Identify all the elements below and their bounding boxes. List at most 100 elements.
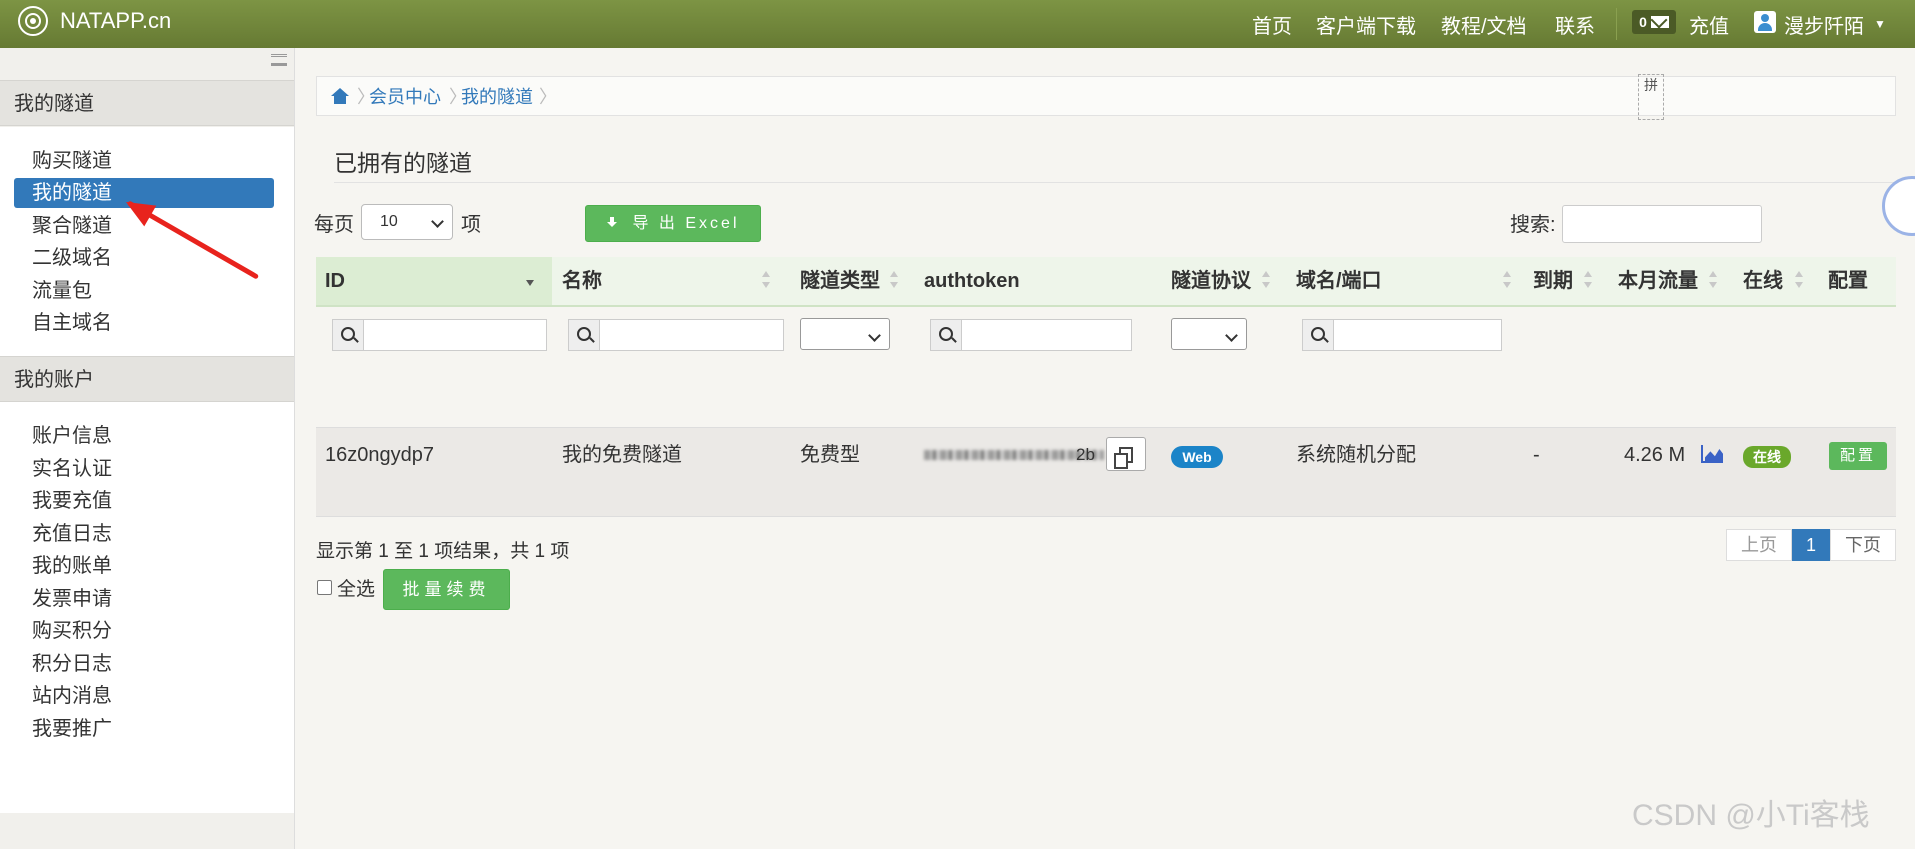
sidebar-item-recharge-log[interactable]: 充值日志 <box>14 519 274 549</box>
column-header-id[interactable]: ID <box>325 257 345 305</box>
nav-docs-link[interactable]: 教程/文档 <box>1441 10 1527 39</box>
config-button[interactable]: 配置 <box>1829 442 1887 470</box>
column-header-authtoken: authtoken <box>924 270 1020 292</box>
sort-desc-icon[interactable] <box>526 271 534 291</box>
title-divider <box>334 182 1894 183</box>
sidebar-item-verification[interactable]: 实名认证 <box>14 454 274 484</box>
online-status-badge: 在线 <box>1743 446 1791 468</box>
sidebar-item-buy-points[interactable]: 购买积分 <box>14 616 274 646</box>
ime-pinyin-icon[interactable]: 拼 <box>1638 74 1664 120</box>
chevron-down-icon <box>1225 329 1238 342</box>
batch-renew-button[interactable]: 批量续费 <box>383 569 510 610</box>
pager-current[interactable]: 1 <box>1792 529 1830 561</box>
filter-name-input[interactable] <box>568 319 784 351</box>
search-icon <box>341 327 355 341</box>
search-input[interactable] <box>1562 205 1762 243</box>
sidebar-item-custom-domain[interactable]: 自主域名 <box>14 308 274 338</box>
filter-type-select[interactable] <box>800 318 890 350</box>
copy-authtoken-button[interactable] <box>1106 437 1146 471</box>
sidebar-item-invoice[interactable]: 发票申请 <box>14 584 274 614</box>
breadcrumb-separator: 〉 <box>539 87 557 107</box>
pager-next[interactable]: 下页 <box>1830 529 1896 561</box>
export-excel-button[interactable]: 导 出 Excel <box>585 205 761 242</box>
nav-contact[interactable]: 联系 <box>1555 0 1595 48</box>
sidebar-section-account: 我的账户 <box>0 356 294 402</box>
result-summary: 显示第 1 至 1 项结果，共 1 项 <box>316 541 570 562</box>
sort-icon[interactable] <box>1262 271 1270 291</box>
column-header-type[interactable]: 隧道类型 <box>800 257 880 305</box>
nav-divider <box>1616 8 1617 40</box>
cell-id: 16z0ngydp7 <box>325 444 434 466</box>
sidebar-collapse-icon[interactable] <box>271 54 287 66</box>
nav-download[interactable]: 客户端下载 <box>1316 0 1416 48</box>
sidebar-item-referral[interactable]: 我要推广 <box>14 714 274 744</box>
per-page-label: 每页 <box>314 214 354 236</box>
sidebar-item-subdomain[interactable]: 二级域名 <box>14 243 274 273</box>
nav-recharge-link[interactable]: 充值 <box>1689 10 1729 39</box>
sort-icon[interactable] <box>1795 271 1803 291</box>
nav-contact-link[interactable]: 联系 <box>1555 10 1595 39</box>
table-filter-row <box>316 307 1896 427</box>
sidebar-item-buy-tunnel[interactable]: 购买隧道 <box>14 146 274 176</box>
export-excel-label: 导 出 Excel <box>632 215 740 232</box>
sort-icon[interactable] <box>1584 271 1592 291</box>
breadcrumb-my-tunnels[interactable]: 我的隧道 <box>461 77 533 117</box>
search-icon <box>577 327 591 341</box>
filter-id-input[interactable] <box>332 319 547 351</box>
cell-authtoken-tail: 2b <box>1076 445 1095 464</box>
nav-home-link[interactable]: 首页 <box>1252 10 1292 39</box>
pager-prev[interactable]: 上页 <box>1726 529 1792 561</box>
filter-domain-input[interactable] <box>1302 319 1502 351</box>
username[interactable]: 漫步阡陌 <box>1784 10 1864 39</box>
column-header-name[interactable]: 名称 <box>562 257 602 305</box>
watermark-text: CSDN @小Ti客栈 <box>1632 799 1870 832</box>
sidebar-item-bills[interactable]: 我的账单 <box>14 551 274 581</box>
table-header: ID 名称 隧道类型 authtoken 隧道协议 域名/端口 到期 本月流量 … <box>316 257 1896 307</box>
filter-protocol-select[interactable] <box>1171 318 1247 350</box>
sidebar-item-traffic-pack[interactable]: 流量包 <box>14 276 274 306</box>
nav-home[interactable]: 首页 <box>1252 0 1292 48</box>
sidebar-panel-account: 账户信息 实名认证 我要充值 充值日志 我的账单 发票申请 购买积分 积分日志 … <box>0 403 294 813</box>
nav-download-link[interactable]: 客户端下载 <box>1316 10 1416 39</box>
column-header-online[interactable]: 在线 <box>1743 257 1783 305</box>
chevron-down-icon <box>868 329 881 342</box>
top-navbar: NATAPP.cn 首页 客户端下载 教程/文档 联系 0 充值 漫步阡陌 ▼ <box>0 0 1915 48</box>
search-icon <box>1311 327 1325 341</box>
cell-domain: 系统随机分配 <box>1296 444 1416 466</box>
column-header-traffic[interactable]: 本月流量 <box>1618 257 1698 305</box>
column-header-expire[interactable]: 到期 <box>1533 257 1573 305</box>
sort-icon[interactable] <box>890 271 898 291</box>
user-avatar-icon[interactable] <box>1754 11 1776 33</box>
logo-icon <box>18 6 48 36</box>
sort-icon[interactable] <box>1709 271 1717 291</box>
sort-icon[interactable] <box>762 271 770 291</box>
brand-logo[interactable]: NATAPP.cn <box>18 6 171 36</box>
filter-authtoken-input[interactable] <box>930 319 1132 351</box>
nav-recharge[interactable]: 充值 <box>1689 0 1729 48</box>
messages-button[interactable]: 0 <box>1632 10 1676 34</box>
sidebar-item-messages[interactable]: 站内消息 <box>14 681 274 711</box>
home-icon[interactable] <box>331 88 349 104</box>
select-all-checkbox[interactable] <box>317 580 332 595</box>
floating-assistant-icon[interactable] <box>1882 176 1915 236</box>
cell-expire: - <box>1533 444 1540 466</box>
select-all-label[interactable]: 全选 <box>337 574 375 601</box>
id-header-bg <box>316 257 552 305</box>
per-page-control: 每页 <box>314 208 354 237</box>
sidebar-item-account-info[interactable]: 账户信息 <box>14 421 274 451</box>
protocol-badge: Web <box>1171 446 1223 468</box>
sidebar-item-recharge[interactable]: 我要充值 <box>14 486 274 516</box>
breadcrumb-member-center[interactable]: 会员中心 <box>369 77 441 117</box>
per-page-select[interactable]: 10 <box>361 204 453 240</box>
column-header-protocol[interactable]: 隧道协议 <box>1171 257 1251 305</box>
download-icon <box>606 217 618 229</box>
cell-traffic: 4.26 M <box>1624 444 1686 466</box>
per-page-suffix: 项 <box>461 214 481 236</box>
traffic-chart-icon[interactable] <box>1701 445 1723 463</box>
sort-icon[interactable] <box>1503 271 1511 291</box>
user-menu[interactable]: 漫步阡陌 ▼ <box>1784 0 1886 48</box>
nav-docs[interactable]: 教程/文档 <box>1441 0 1527 48</box>
copy-icon <box>1114 447 1133 469</box>
sidebar-item-points-log[interactable]: 积分日志 <box>14 649 274 679</box>
column-header-domain[interactable]: 域名/端口 <box>1296 257 1382 305</box>
